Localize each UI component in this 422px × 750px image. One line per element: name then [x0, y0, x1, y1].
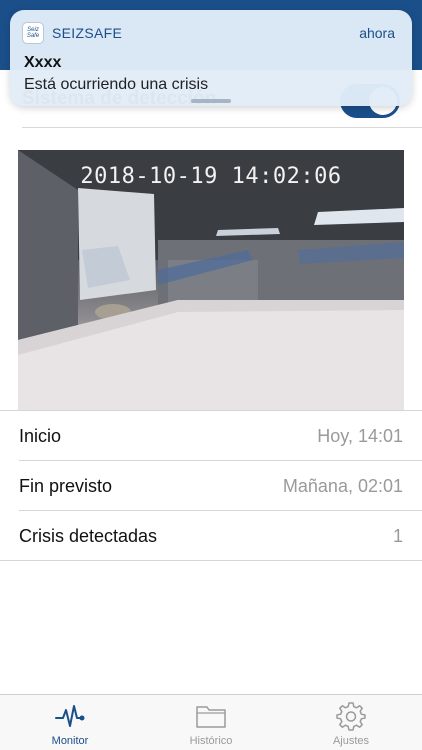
- notification-body: Está ocurriendo una crisis: [24, 76, 209, 93]
- tab-label: Histórico: [189, 735, 233, 747]
- info-row-crisis-detectadas: Crisis detectadas 1: [0, 511, 422, 561]
- info-label: Fin previsto: [19, 476, 113, 496]
- app-icon: Seiz Safe: [22, 22, 44, 44]
- info-label: Crisis detectadas: [19, 526, 158, 546]
- info-label: Inicio: [19, 426, 62, 446]
- tab-historico[interactable]: Histórico: [141, 695, 281, 750]
- divider: [22, 127, 422, 128]
- camera-timestamp: 2018-10-19 14:02:06: [80, 164, 342, 189]
- info-value: Hoy, 14:01: [317, 426, 403, 446]
- folder-icon: [196, 706, 226, 728]
- info-value: Mañana, 02:01: [282, 476, 403, 496]
- tab-monitor[interactable]: Monitor: [0, 695, 140, 750]
- notification-time: ahora: [359, 25, 395, 41]
- notification-grabber[interactable]: [191, 99, 231, 103]
- tab-label: Ajustes: [332, 735, 370, 747]
- tab-ajustes[interactable]: Ajustes: [281, 695, 421, 750]
- info-value: 1: [392, 526, 403, 546]
- gear-icon: [336, 702, 366, 731]
- tab-bar: Monitor Histórico Ajustes: [0, 694, 422, 750]
- notification-banner[interactable]: Seiz Safe SEIZSAFE ahora Xxxx Está ocurri…: [10, 10, 412, 106]
- notification-title: Xxxx: [24, 54, 62, 71]
- camera-feed[interactable]: 2018-10-19 14:02:06: [18, 150, 404, 410]
- camera-scene: [18, 150, 404, 410]
- heartbeat-icon: [55, 705, 85, 727]
- notification-app-name: SEIZSAFE: [52, 25, 123, 41]
- tab-label: Monitor: [51, 735, 89, 747]
- info-row-fin-previsto: Fin previsto Mañana, 02:01: [0, 461, 422, 511]
- divider: [0, 560, 422, 561]
- info-row-inicio: Inicio Hoy, 14:01: [0, 411, 422, 461]
